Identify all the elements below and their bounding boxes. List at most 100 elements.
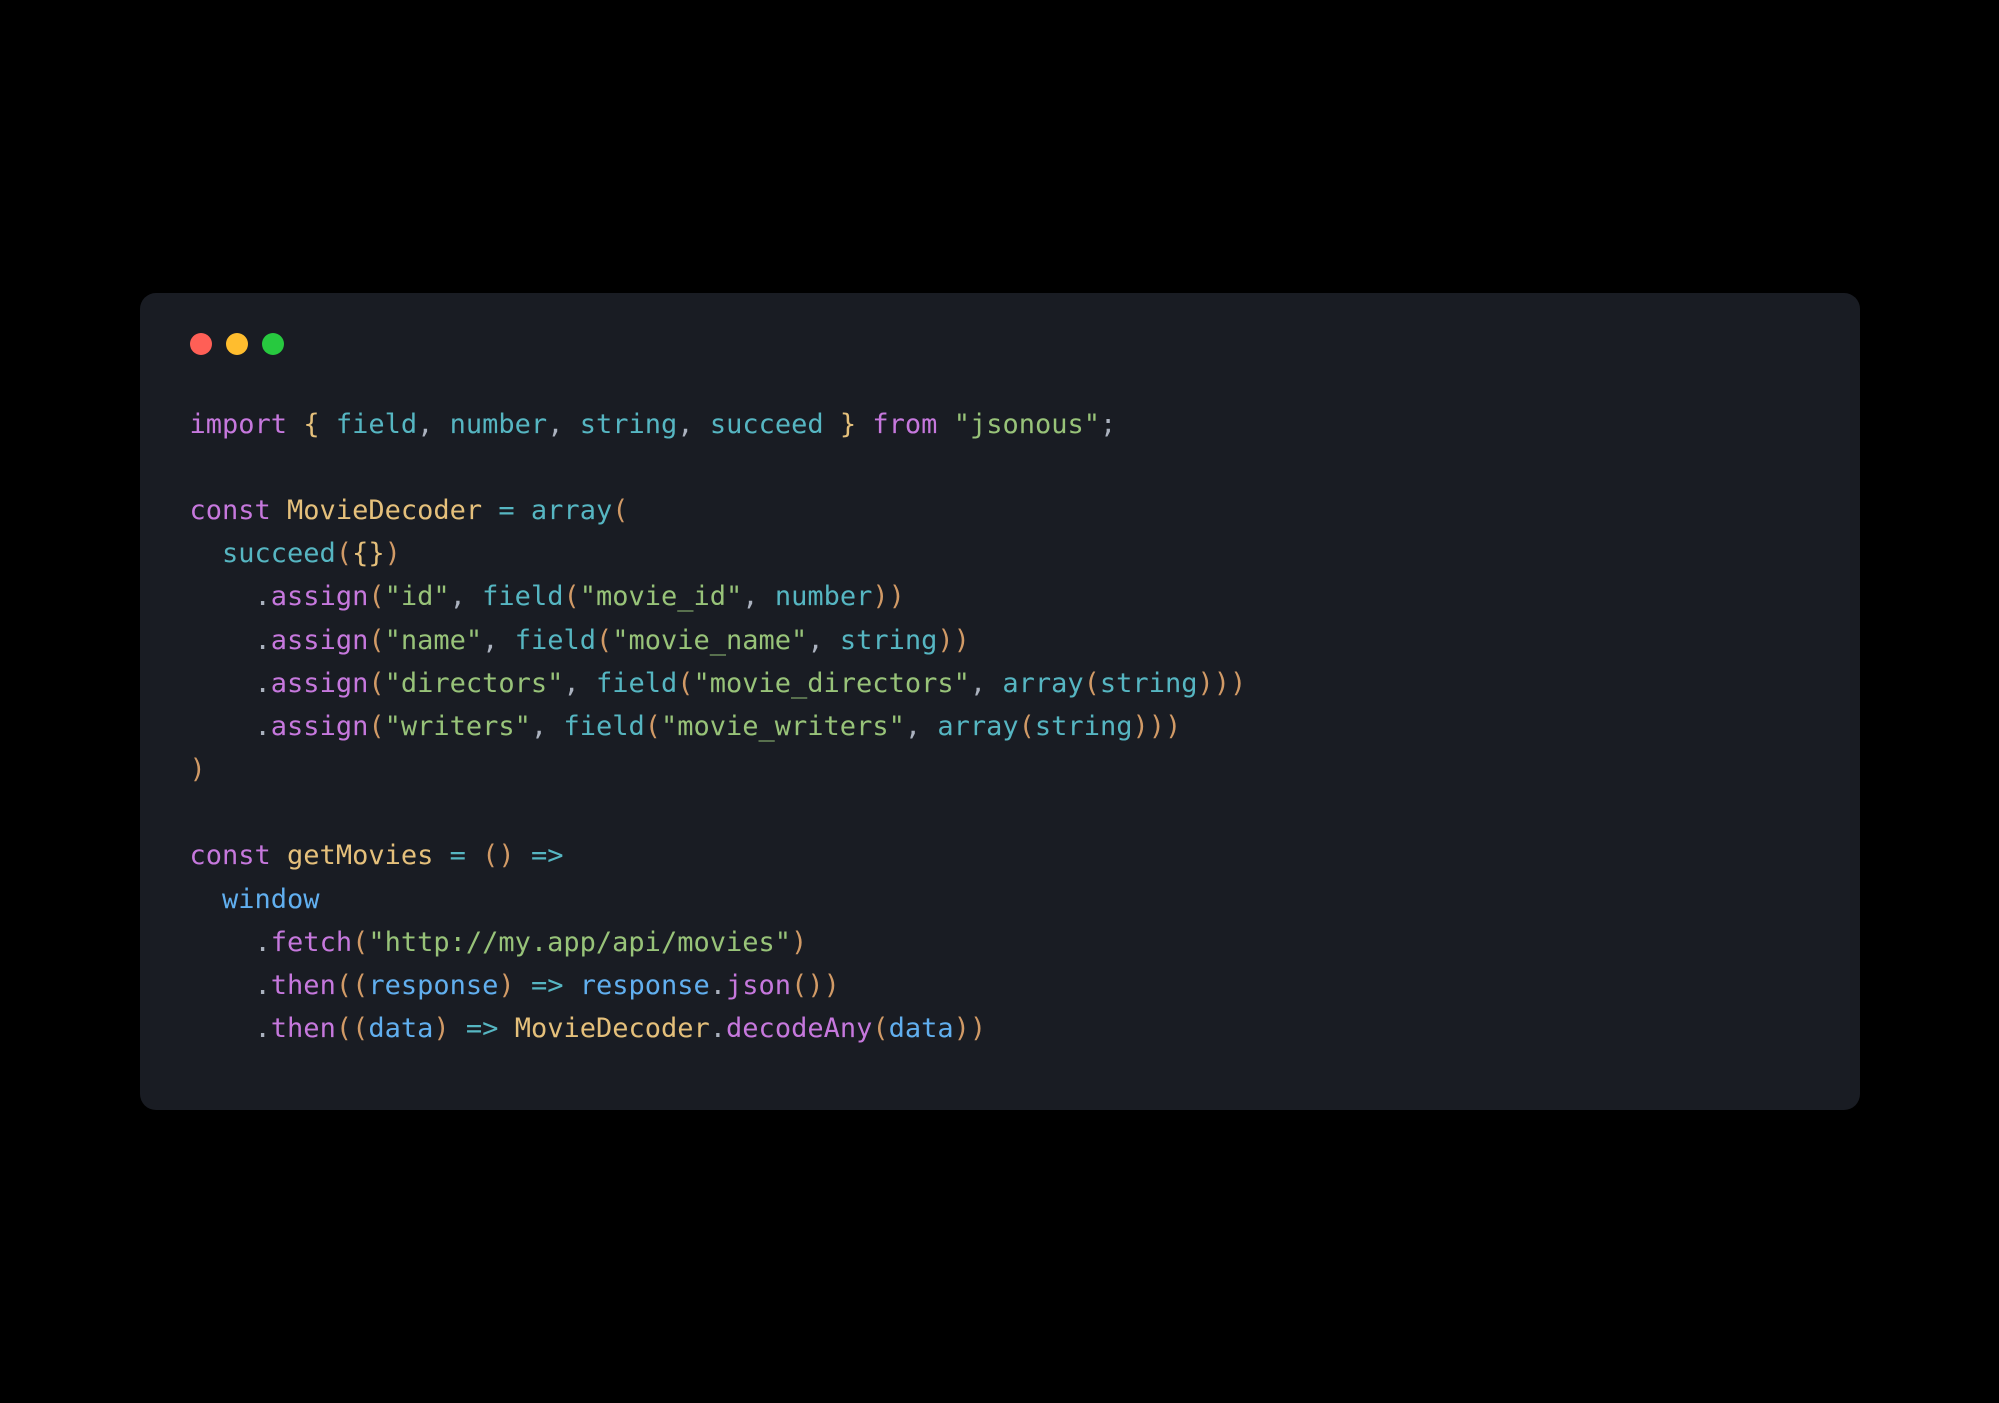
string-movie-directors: "movie_directors" [694, 668, 970, 699]
paren-close: ) [1149, 711, 1165, 742]
ident-field: field [336, 409, 417, 440]
maximize-icon[interactable] [262, 333, 284, 355]
ident-response: response [580, 970, 710, 1001]
dot: . [710, 1013, 726, 1044]
ident-succeed: succeed [710, 409, 824, 440]
dot: . [255, 1013, 271, 1044]
string-writers: "writers" [385, 711, 531, 742]
comma: , [450, 581, 466, 612]
ident-data: data [368, 1013, 433, 1044]
string-movie-writers: "movie_writers" [661, 711, 905, 742]
dot: . [255, 625, 271, 656]
paren-open: ( [872, 1013, 888, 1044]
ident-string: string [580, 409, 678, 440]
method-assign: assign [271, 581, 369, 612]
paren-close: ) [824, 970, 840, 1001]
comma: , [807, 625, 823, 656]
ident-string: string [1100, 668, 1198, 699]
comma: , [482, 625, 498, 656]
titlebar [190, 333, 1810, 355]
paren-open: ( [368, 625, 384, 656]
method-then: then [271, 970, 336, 1001]
string-directors: "directors" [385, 668, 564, 699]
semicolon: ; [1100, 409, 1116, 440]
comma: , [547, 409, 563, 440]
paren-open: ( [1019, 711, 1035, 742]
comma: , [970, 668, 986, 699]
paren-open: ( [368, 581, 384, 612]
paren-close: ) [954, 625, 970, 656]
operator-eq: = [450, 840, 466, 871]
paren-close: ) [970, 1013, 986, 1044]
string-url: "http://my.app/api/movies" [368, 927, 791, 958]
operator-eq: = [498, 495, 514, 526]
paren-close: ) [498, 970, 514, 1001]
ident-string: string [1035, 711, 1133, 742]
string-movie-name: "movie_name" [612, 625, 807, 656]
paren-close: ) [1214, 668, 1230, 699]
method-then: then [271, 1013, 336, 1044]
dot: . [255, 581, 271, 612]
keyword-import: import [190, 409, 288, 440]
paren-open: ( [563, 581, 579, 612]
fn-field: field [596, 668, 677, 699]
fn-field: field [515, 625, 596, 656]
method-assign: assign [271, 668, 369, 699]
paren-open: ( [368, 711, 384, 742]
fn-field: field [482, 581, 563, 612]
paren-close: ) [385, 538, 401, 569]
code-window: import { field, number, string, succeed … [140, 293, 1860, 1111]
method-json: json [726, 970, 791, 1001]
comma: , [563, 668, 579, 699]
paren-open: ( [336, 538, 352, 569]
empty-object: {} [352, 538, 385, 569]
paren-close: ) [807, 970, 823, 1001]
string-name: "name" [385, 625, 483, 656]
brace-open: { [303, 409, 319, 440]
brace-close: } [840, 409, 856, 440]
close-icon[interactable] [190, 333, 212, 355]
paren-close: ) [889, 581, 905, 612]
dot: . [255, 927, 271, 958]
fn-array: array [1002, 668, 1083, 699]
fn-array: array [937, 711, 1018, 742]
paren-open: ( [368, 668, 384, 699]
paren-close: ) [1132, 711, 1148, 742]
paren-open: ( [612, 495, 628, 526]
method-assign: assign [271, 711, 369, 742]
paren-open: ( [1084, 668, 1100, 699]
paren-open: ( [336, 1013, 352, 1044]
minimize-icon[interactable] [226, 333, 248, 355]
paren-close: ) [190, 754, 206, 785]
paren-close: ) [1197, 668, 1213, 699]
paren-open: ( [791, 970, 807, 1001]
comma: , [742, 581, 758, 612]
paren-open: ( [352, 927, 368, 958]
ident-data: data [889, 1013, 954, 1044]
keyword-from: from [872, 409, 937, 440]
paren-close: ) [498, 840, 514, 871]
paren-close: ) [1230, 668, 1246, 699]
paren-open: ( [482, 840, 498, 871]
paren-open: ( [677, 668, 693, 699]
comma: , [417, 409, 433, 440]
paren-close: ) [433, 1013, 449, 1044]
paren-open: ( [645, 711, 661, 742]
string-jsonous: "jsonous" [954, 409, 1100, 440]
arrow: => [466, 1013, 499, 1044]
method-decodeany: decodeAny [726, 1013, 872, 1044]
arrow: => [531, 840, 564, 871]
paren-close: ) [954, 1013, 970, 1044]
paren-close: ) [872, 581, 888, 612]
string-movie-id: "movie_id" [580, 581, 743, 612]
dot: . [255, 711, 271, 742]
const-moviedecoder: MovieDecoder [515, 1013, 710, 1044]
arrow: => [531, 970, 564, 1001]
paren-close: ) [791, 927, 807, 958]
paren-open: ( [596, 625, 612, 656]
const-getmovies: getMovies [287, 840, 433, 871]
keyword-const: const [190, 495, 271, 526]
paren-close: ) [1165, 711, 1181, 742]
dot: . [255, 970, 271, 1001]
method-assign: assign [271, 625, 369, 656]
